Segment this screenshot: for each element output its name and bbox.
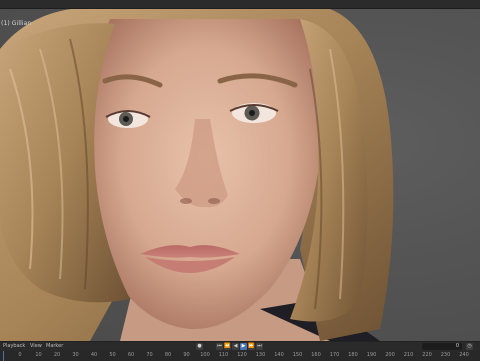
record-button[interactable]: ● — [196, 343, 203, 350]
ruler-tick-label: 240 — [459, 352, 469, 358]
ruler-tick-label: 170 — [329, 352, 340, 358]
timeline-editor[interactable]: Playback View Marker ● ⏮ ⏪ ◀ ▶ ⏩ ⏭ 0 ◷ 0… — [0, 341, 480, 361]
ruler-tick-label: 190 — [366, 352, 377, 358]
ruler-tick-label: 40 — [90, 352, 98, 358]
play-reverse-button[interactable]: ◀ — [232, 343, 239, 350]
jump-start-button[interactable]: ⏮ — [216, 343, 223, 350]
render-face-image — [0, 9, 394, 341]
ruler-tick-label: 180 — [348, 352, 358, 358]
viewport-object-label: (1) Gillian — [1, 20, 32, 27]
3d-viewport[interactable]: (1) Gillian — [0, 9, 480, 341]
current-frame-field[interactable]: 0 — [422, 343, 462, 350]
ruler-tick-label: 150 — [292, 352, 303, 358]
jump-end-button[interactable]: ⏭ — [256, 343, 263, 350]
timeline-header: Playback View Marker ● ⏮ ⏪ ◀ ▶ ⏩ ⏭ 0 ◷ — [0, 342, 480, 351]
ruler-tick-label: 50 — [109, 352, 116, 358]
ruler-tick-label: 140 — [274, 352, 284, 358]
ruler-tick-label: 30 — [72, 352, 79, 358]
ruler-tick-label: 0 — [18, 352, 22, 358]
ruler-tick-label: 60 — [127, 352, 135, 358]
top-header-bar — [0, 0, 480, 9]
ruler-tick-label: 110 — [218, 352, 229, 358]
ruler-tick-label: 210 — [403, 352, 414, 358]
ruler-tick-label: 200 — [385, 352, 395, 358]
ruler-tick-label: 100 — [200, 352, 210, 358]
ruler-tick-label: 230 — [440, 352, 451, 358]
ruler-tick-label: 90 — [183, 352, 190, 358]
ruler-tick-label: 10 — [35, 352, 42, 358]
ruler-tick-label: 20 — [53, 352, 61, 358]
ruler-tick-label: 80 — [164, 352, 172, 358]
play-button[interactable]: ▶ — [240, 343, 247, 350]
next-keyframe-button[interactable]: ⏩ — [248, 343, 255, 350]
ruler-tick-label: 130 — [255, 352, 266, 358]
prev-keyframe-button[interactable]: ⏪ — [224, 343, 231, 350]
clock-icon[interactable]: ◷ — [466, 343, 473, 350]
timeline-menu-playback[interactable]: Playback — [3, 343, 25, 349]
ruler-tick-label: 220 — [422, 352, 432, 358]
timeline-menu-marker[interactable]: Marker — [46, 343, 63, 349]
ruler-tick-label: 160 — [311, 352, 321, 358]
timeline-menu-view[interactable]: View — [30, 343, 42, 349]
ruler-tick-label: 70 — [146, 352, 153, 358]
ruler-tick-label: 120 — [237, 352, 247, 358]
